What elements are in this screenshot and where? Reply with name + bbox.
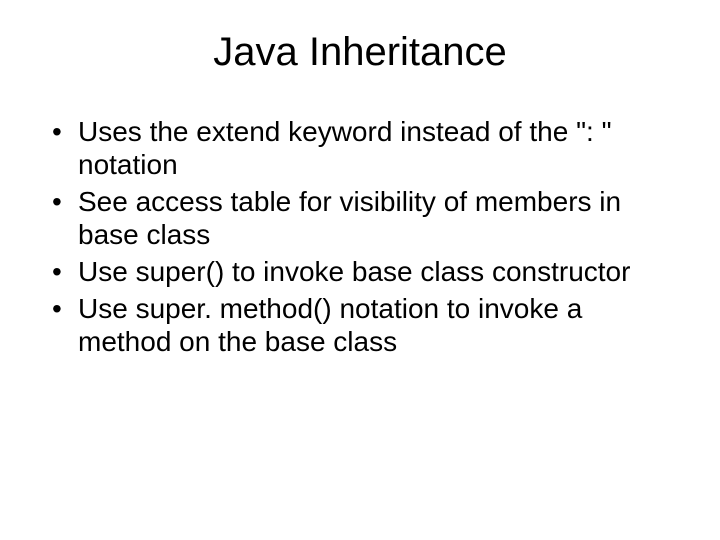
slide: Java Inheritance Uses the extend keyword…: [0, 0, 720, 540]
bullet-item: Use super. method() notation to invoke a…: [50, 292, 670, 358]
bullet-item: Uses the extend keyword instead of the "…: [50, 115, 670, 181]
slide-title: Java Inheritance: [50, 30, 670, 75]
bullet-item: See access table for visibility of membe…: [50, 185, 670, 251]
bullet-item: Use super() to invoke base class constru…: [50, 255, 670, 288]
bullet-list: Uses the extend keyword instead of the "…: [50, 115, 670, 358]
